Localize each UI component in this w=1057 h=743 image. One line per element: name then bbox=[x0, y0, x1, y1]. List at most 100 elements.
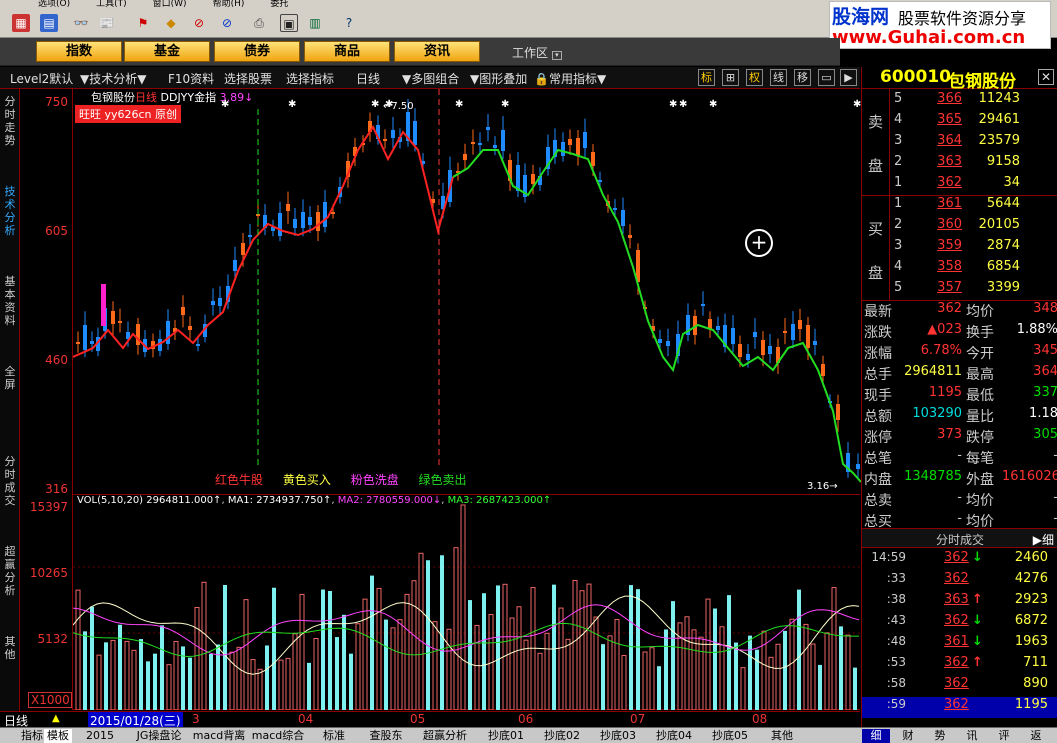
ticks-detail-button[interactable]: ▶细 bbox=[1033, 531, 1054, 548]
window-icon[interactable]: ▣ bbox=[280, 14, 298, 32]
indicator-tab[interactable]: 抄底01 bbox=[478, 729, 534, 743]
news-icon[interactable]: 📰 bbox=[98, 14, 116, 32]
line-button[interactable]: 线 bbox=[770, 69, 787, 86]
vol-bar-down bbox=[601, 644, 605, 710]
print-icon[interactable]: ⎙ bbox=[250, 14, 268, 32]
trade-icon[interactable]: ⊘ bbox=[218, 14, 236, 32]
sell-level-4[interactable]: 4 365 29461 bbox=[862, 112, 1057, 133]
sell-level-3[interactable]: 3 364 23579 bbox=[862, 133, 1057, 154]
leftnav-fundamental[interactable]: 基本资料 bbox=[3, 275, 17, 327]
kline-candle bbox=[118, 321, 122, 323]
side-tab[interactable]: 财 bbox=[894, 729, 922, 743]
select-indicator-menu[interactable]: 选择指标 bbox=[286, 70, 334, 87]
kline-candle bbox=[286, 204, 290, 211]
indicator-tab[interactable]: 其他 bbox=[758, 729, 806, 743]
daily-period-menu[interactable]: 日线 bbox=[356, 70, 380, 87]
menu-tools[interactable]: 工具(T) bbox=[96, 0, 127, 8]
books-icon[interactable]: ▥ bbox=[306, 14, 324, 32]
multi-chart-menu[interactable]: ▼多图组合 bbox=[402, 70, 459, 87]
menu-window[interactable]: 窗口(W) bbox=[153, 0, 187, 8]
nav-bond-button[interactable]: 债券 bbox=[214, 41, 300, 62]
side-tab[interactable]: 势 bbox=[926, 729, 954, 743]
sell-level-1[interactable]: 1 362 34 bbox=[862, 175, 1057, 196]
vol-bar-up bbox=[376, 587, 382, 710]
leftnav-intraday[interactable]: 分时走势 bbox=[3, 95, 17, 147]
buy-level-1[interactable]: 1 361 5644 bbox=[862, 196, 1057, 217]
buy-level-3[interactable]: 3 359 2874 bbox=[862, 238, 1057, 259]
leftnav-tech[interactable]: 技术分析 bbox=[3, 185, 17, 237]
nav-news-button[interactable]: 资讯 bbox=[394, 41, 480, 62]
overlay-menu[interactable]: ▼图形叠加 bbox=[470, 70, 527, 87]
side-tab[interactable]: 评 bbox=[990, 729, 1018, 743]
window-restore-icon[interactable]: ▭ bbox=[818, 69, 835, 86]
level2-default[interactable]: Level2默认 bbox=[10, 70, 73, 87]
indicator-tab[interactable]: 指标 bbox=[20, 729, 44, 743]
logo-subtitle: 股票软件资源分享 bbox=[898, 9, 1027, 28]
kline-candle bbox=[753, 332, 757, 337]
vol-bar-down bbox=[657, 666, 661, 710]
side-tab[interactable]: 讯 bbox=[958, 729, 986, 743]
buy-level-5[interactable]: 5 357 3399 bbox=[862, 280, 1057, 301]
help-icon[interactable]: ? bbox=[340, 14, 358, 32]
nav-index-button[interactable]: 指数 bbox=[36, 41, 122, 62]
rights-button[interactable]: 权 bbox=[746, 69, 763, 86]
tick-row: :38 363 ↑ 2923 bbox=[886, 592, 1048, 607]
side-tab[interactable]: 返 bbox=[1022, 729, 1050, 743]
kline-candle bbox=[90, 341, 94, 344]
flag-icon[interactable]: ⚑ bbox=[134, 14, 152, 32]
indicator-tab[interactable]: 模板 bbox=[44, 729, 72, 743]
kline-candle bbox=[658, 339, 662, 343]
quote-icon[interactable]: ▤ bbox=[40, 14, 58, 32]
indicator-tab[interactable]: 2015 bbox=[72, 729, 128, 743]
alert-icon[interactable]: ⊘ bbox=[190, 14, 208, 32]
indicator-tab[interactable]: macd背离 bbox=[190, 729, 248, 743]
indicator-tab[interactable]: 查股东 bbox=[360, 729, 412, 743]
side-tab[interactable]: 细 bbox=[862, 729, 890, 743]
common-indicators-menu[interactable]: 🔒常用指标▼ bbox=[534, 70, 606, 87]
leftnav-ticks[interactable]: 分时成交 bbox=[3, 455, 17, 507]
indicator-tab[interactable]: macd综合 bbox=[248, 729, 308, 743]
vol-bar-up bbox=[523, 639, 529, 710]
indicator-tab[interactable]: 超赢分析 bbox=[412, 729, 478, 743]
play-icon[interactable]: ▶ bbox=[840, 69, 857, 86]
workarea-label[interactable]: 工作区 ▾ bbox=[512, 44, 562, 61]
move-button[interactable]: 移 bbox=[794, 69, 811, 86]
indicator-tab[interactable]: 抄底05 bbox=[702, 729, 758, 743]
chart-icon[interactable]: ▦ bbox=[12, 14, 30, 32]
select-stock-menu[interactable]: 选择股票 bbox=[224, 70, 272, 87]
buy-level-2[interactable]: 2 360 20105 bbox=[862, 217, 1057, 238]
nav-fund-button[interactable]: 基金 bbox=[124, 41, 210, 62]
grid-button[interactable]: ⊞ bbox=[722, 69, 739, 86]
buy-level-4[interactable]: 4 358 6854 bbox=[862, 259, 1057, 280]
diamond-icon[interactable]: ◆ bbox=[162, 14, 180, 32]
nav-commodity-button[interactable]: 商品 bbox=[304, 41, 390, 62]
sell-level-5[interactable]: 5 366 11243 bbox=[862, 91, 1057, 112]
close-icon[interactable]: ✕ bbox=[1038, 69, 1054, 85]
vol-bar-up bbox=[278, 659, 284, 710]
menu-help[interactable]: 帮助(H) bbox=[213, 0, 245, 8]
kline-panel[interactable]: ✱ ✱ ✱ ✱ ✱ ✱ ✱ ✱ ✱ ✱ 包钢股份日线 DDJYY金指 3.89↓ 旺旺 yy626… bbox=[72, 89, 861, 495]
kline-candle bbox=[746, 354, 750, 360]
f10-menu[interactable]: F10资料 bbox=[168, 70, 214, 87]
chevron-down-icon[interactable]: ▾ bbox=[551, 51, 562, 60]
sell-level-2[interactable]: 2 363 9158 bbox=[862, 154, 1057, 175]
leftnav-super[interactable]: 超赢分析 bbox=[3, 545, 17, 597]
kline-candle bbox=[561, 142, 565, 156]
mark-button[interactable]: 标 bbox=[698, 69, 715, 86]
menu-options[interactable]: 选项(O) bbox=[38, 0, 70, 8]
stat-row: 总手 2964811 最高 364 bbox=[864, 364, 1057, 383]
menu-trade[interactable]: 委托 bbox=[270, 0, 288, 8]
indicator-tab[interactable]: 抄底03 bbox=[590, 729, 646, 743]
indicator-tab[interactable]: 标准 bbox=[308, 729, 360, 743]
leftnav-fullscreen[interactable]: 全屏 bbox=[3, 365, 17, 391]
indicator-tab[interactable]: 抄底02 bbox=[534, 729, 590, 743]
site-logo: 股海网 股票软件资源分享 www.Guhai.com.cn bbox=[829, 1, 1051, 49]
indicator-tab[interactable]: JG操盘论 bbox=[128, 729, 190, 743]
volume-panel[interactable]: VOL(5,10,20) 2964811.000↑, MA1: 2734937.… bbox=[72, 495, 861, 710]
vol-bar-up bbox=[831, 587, 837, 710]
indicator-tab[interactable]: 抄底04 bbox=[646, 729, 702, 743]
leftnav-other[interactable]: 其他 bbox=[3, 635, 17, 661]
binoculars-icon[interactable]: 👓 bbox=[72, 14, 90, 32]
vol-bar-up bbox=[565, 638, 571, 710]
tech-analysis-menu[interactable]: ▼技术分析▼ bbox=[80, 70, 146, 87]
